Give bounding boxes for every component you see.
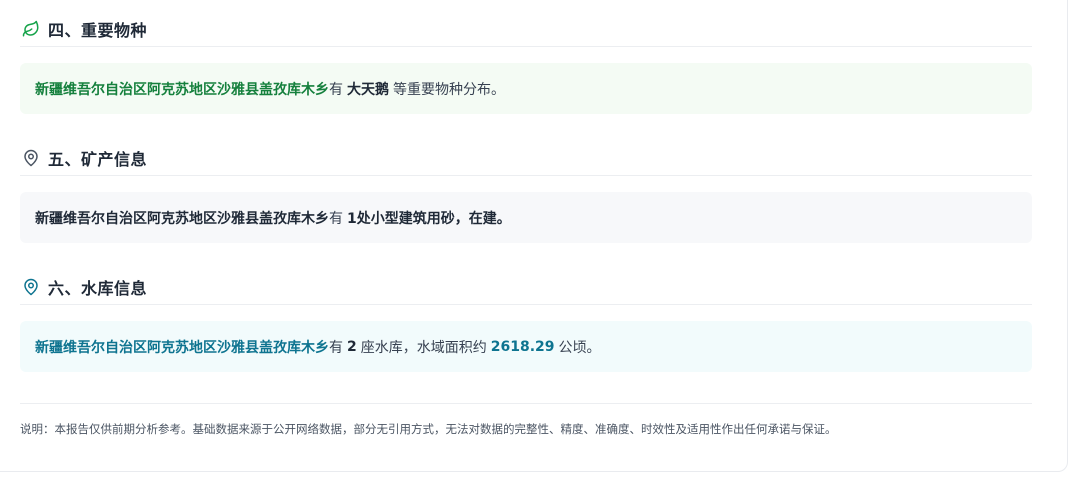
has-text: 有 bbox=[329, 210, 343, 227]
has-text: 有 bbox=[329, 339, 343, 356]
location-pin-icon bbox=[22, 149, 40, 167]
section-title: 四、重要物种 bbox=[48, 20, 148, 40]
location-pin-icon bbox=[22, 278, 40, 296]
region-name: 新疆维吾尔自治区阿克苏地区沙雅县盖孜库木乡 bbox=[35, 339, 329, 356]
section-title: 五、矿产信息 bbox=[48, 149, 148, 169]
mineral-summary: 新疆维吾尔自治区阿克苏地区沙雅县盖孜库木乡 有 1处小型建筑用砂，在建。 bbox=[20, 192, 1032, 243]
reservoir-count: 2 bbox=[347, 338, 357, 355]
region-name: 新疆维吾尔自治区阿克苏地区沙雅县盖孜库木乡 bbox=[35, 81, 329, 98]
leaf-icon bbox=[22, 20, 40, 38]
water-area-unit: 公顷。 bbox=[558, 339, 601, 356]
section-important-species: 四、重要物种 新疆维吾尔自治区阿克苏地区沙雅县盖孜库木乡 有 大天鹅 等重要物种… bbox=[20, 11, 1032, 114]
report-card: 四、重要物种 新疆维吾尔自治区阿克苏地区沙雅县盖孜库木乡 有 大天鹅 等重要物种… bbox=[0, 0, 1068, 472]
section-reservoir-info: 六、水库信息 新疆维吾尔自治区阿克苏地区沙雅县盖孜库木乡 有 2 座水库，水域面… bbox=[20, 269, 1032, 372]
mineral-detail: 1处小型建筑用砂，在建。 bbox=[347, 210, 511, 227]
footer-divider bbox=[20, 403, 1032, 404]
species-name: 大天鹅 bbox=[347, 81, 389, 98]
section-title: 六、水库信息 bbox=[48, 278, 148, 298]
region-name: 新疆维吾尔自治区阿克苏地区沙雅县盖孜库木乡 bbox=[35, 210, 329, 227]
reservoir-summary: 新疆维吾尔自治区阿克苏地区沙雅县盖孜库木乡 有 2 座水库，水域面积约 2618… bbox=[20, 321, 1032, 372]
water-area-value: 2618.29 bbox=[490, 338, 555, 355]
has-text: 有 bbox=[329, 81, 343, 98]
disclaimer-note: 说明：本报告仅供前期分析参考。基础数据来源于公开网络数据，部分无引用方式，无法对… bbox=[20, 422, 837, 436]
species-summary: 新疆维吾尔自治区阿克苏地区沙雅县盖孜库木乡 有 大天鹅 等重要物种分布。 bbox=[20, 63, 1032, 114]
section-header: 六、水库信息 bbox=[20, 269, 1032, 305]
section-header: 五、矿产信息 bbox=[20, 140, 1032, 176]
species-suffix: 等重要物种分布。 bbox=[393, 81, 505, 98]
reservoir-count-suffix: 座水库，水域面积约 bbox=[360, 339, 487, 356]
section-mineral-info: 五、矿产信息 新疆维吾尔自治区阿克苏地区沙雅县盖孜库木乡 有 1处小型建筑用砂，… bbox=[20, 140, 1032, 243]
section-header: 四、重要物种 bbox=[20, 11, 1032, 47]
